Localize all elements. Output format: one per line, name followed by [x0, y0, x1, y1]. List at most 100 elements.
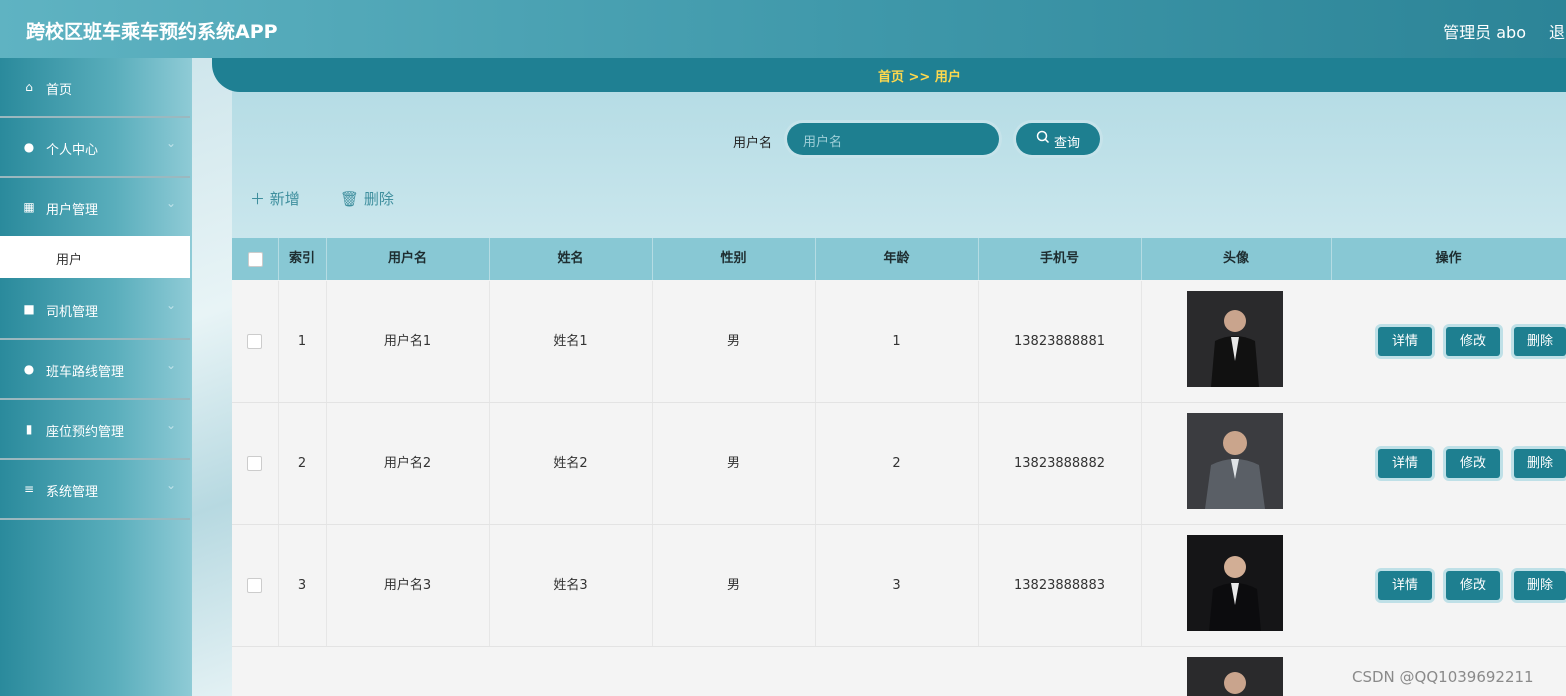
home-icon: ⌂ [25, 80, 33, 94]
sidebar-item-label: 座位预约管理 [46, 425, 125, 440]
chevron-down-icon: ⌄ [166, 298, 177, 312]
breadcrumb: 首页 >> 用户 [212, 58, 1566, 92]
add-button[interactable]: ＋ 新增 [250, 188, 300, 209]
sidebar-item-label: 系统管理 [46, 485, 99, 500]
sidebar-item-label: 首页 [46, 83, 73, 98]
plus-icon: ＋ [250, 190, 266, 208]
batch-delete-button[interactable]: 🗑 删除 [340, 188, 394, 209]
avatar [1187, 413, 1283, 509]
name-cell: 姓名1 [489, 281, 653, 402]
index-cell: 2 [278, 403, 327, 524]
chevron-down-icon: ⌄ [166, 358, 177, 372]
delete-label: 删除 [363, 190, 394, 208]
table-row: 3 用户名3 姓名3 男 3 13823888883 详情 修改 删除 [232, 525, 1566, 647]
detail-button[interactable]: 详情 [1378, 571, 1432, 600]
phone-cell: 13823888881 [978, 281, 1142, 402]
avatar [1187, 535, 1283, 631]
age-cell: 1 [815, 281, 979, 402]
row-checkbox[interactable] [247, 456, 262, 471]
row-select-cell [232, 403, 279, 524]
gender-cell: 男 [652, 525, 816, 646]
search-placeholder: 用户名 [803, 135, 843, 150]
sidebar-item-label: 个人中心 [46, 143, 99, 158]
select-all-checkbox[interactable] [248, 252, 263, 267]
sidebar-item-label: 用户管理 [46, 203, 99, 218]
name-cell: 姓名2 [489, 403, 653, 524]
column-header: 姓名 [489, 238, 653, 280]
phone-cell: 13823888882 [978, 403, 1142, 524]
table-header: 索引 用户名 姓名 性别 年龄 手机号 头像 操作 [232, 238, 1566, 280]
username-cell: 用户名1 [326, 281, 490, 402]
sidebar-item-driver-management[interactable]: ■ 司机管理 ⌄ [0, 280, 190, 340]
grid-icon: ▦ [23, 200, 35, 214]
column-header: 索引 [278, 238, 327, 280]
edit-button[interactable]: 修改 [1446, 449, 1500, 478]
sidebar-subitem-label: 用户 [56, 253, 83, 268]
index-cell: 3 [278, 525, 327, 646]
watermark: CSDN @QQ1039692211 [1352, 668, 1534, 686]
select-all-cell [232, 238, 279, 280]
row-select-cell [232, 525, 279, 646]
index-cell: 1 [278, 281, 327, 402]
delete-button[interactable]: 删除 [1514, 449, 1566, 478]
search-input[interactable]: 用户名 [787, 123, 999, 155]
column-header: 手机号 [978, 238, 1142, 280]
delete-button[interactable]: 删除 [1514, 327, 1566, 356]
edit-button[interactable]: 修改 [1446, 571, 1500, 600]
name-cell: 姓名3 [489, 525, 653, 646]
column-header: 操作 [1435, 251, 1462, 266]
user-icon: ● [23, 140, 35, 154]
chevron-down-icon: ⌄ [166, 418, 177, 432]
row-checkbox[interactable] [247, 334, 262, 349]
sidebar-item-seat-booking-management[interactable]: ▮ 座位预约管理 ⌄ [0, 400, 190, 460]
column-header: 用户名 [326, 238, 490, 280]
sidebar-item-personal-center[interactable]: ● 个人中心 ⌄ [0, 118, 190, 178]
edit-button[interactable]: 修改 [1446, 327, 1500, 356]
background-decoration [192, 58, 232, 696]
bar-chart-icon: ▮ [25, 422, 33, 436]
user-table: 索引 用户名 姓名 性别 年龄 手机号 头像 操作 1 用户名1 姓名1 男 1… [232, 238, 1566, 696]
avatar [1187, 291, 1283, 387]
phone-cell: 13823888883 [978, 525, 1142, 646]
sidebar-item-user-management[interactable]: ▦ 用户管理 ⌄ [0, 178, 190, 238]
query-label: 查询 [1054, 136, 1081, 151]
breadcrumb-text: 首页 >> 用户 [878, 70, 961, 85]
search-icon [1036, 130, 1050, 148]
bulb-icon: ● [23, 362, 35, 376]
table-row: 1 用户名1 姓名1 男 1 13823888881 详情 修改 删除 [232, 281, 1566, 403]
search-label: 用户名 [733, 136, 773, 151]
sidebar: ⌂ 首页 ● 个人中心 ⌄ ▦ 用户管理 ⌄ 用户 ■ 司机管理 ⌄ ● 班车路… [0, 58, 192, 696]
sidebar-item-system-management[interactable]: ≡ 系统管理 ⌄ [0, 460, 190, 520]
delete-button[interactable]: 删除 [1514, 571, 1566, 600]
avatar [1187, 657, 1283, 696]
sidebar-item-home[interactable]: ⌂ 首页 [0, 58, 190, 118]
admin-username[interactable]: 管理员 abo [1443, 19, 1526, 43]
username-cell: 用户名2 [326, 403, 490, 524]
row-checkbox[interactable] [247, 578, 262, 593]
top-bar: 跨校区班车乘车预约系统APP 管理员 abo 退 [0, 0, 1566, 58]
column-header: 头像 [1141, 238, 1332, 280]
chevron-down-icon: ⌄ [166, 196, 177, 210]
sidebar-item-label: 班车路线管理 [46, 365, 125, 380]
query-button[interactable]: 查询 [1016, 123, 1100, 155]
logout-link[interactable]: 退 [1549, 19, 1565, 43]
age-cell: 2 [815, 403, 979, 524]
sidebar-subitem-user[interactable]: 用户 [0, 236, 190, 278]
column-header: 性别 [652, 238, 816, 280]
detail-button[interactable]: 详情 [1378, 449, 1432, 478]
sidebar-item-route-management[interactable]: ● 班车路线管理 ⌄ [0, 340, 190, 400]
chevron-down-icon: ⌄ [166, 136, 177, 150]
column-header: 年龄 [815, 238, 979, 280]
row-select-cell [232, 281, 279, 402]
app-title: 跨校区班车乘车预约系统APP [26, 21, 278, 43]
table-row: 2 用户名2 姓名2 男 2 13823888882 详情 修改 删除 [232, 403, 1566, 525]
trash-icon: 🗑 [340, 190, 360, 208]
gender-cell: 男 [652, 403, 816, 524]
sidebar-item-label: 司机管理 [46, 305, 99, 320]
briefcase-icon: ■ [23, 302, 35, 316]
list-icon: ≡ [23, 482, 35, 496]
add-label: 新增 [269, 190, 300, 208]
chevron-down-icon: ⌄ [166, 478, 177, 492]
detail-button[interactable]: 详情 [1378, 327, 1432, 356]
gender-cell: 男 [652, 281, 816, 402]
